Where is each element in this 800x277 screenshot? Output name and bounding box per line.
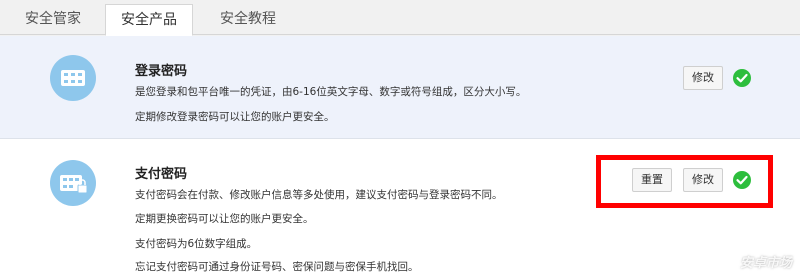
login-password-tip: 定期修改登录密码可以让您的账户更安全。 bbox=[135, 111, 335, 123]
login-password-modify-button[interactable]: 修改 bbox=[683, 66, 723, 90]
watermark-logo: 安卓市场 bbox=[739, 256, 792, 271]
login-password-description: 是您登录和包平台唯一的凭证，由6-16位英文字母、数字或符号组成，区分大小写。 bbox=[135, 86, 527, 98]
tab-security-manager[interactable]: 安全管家 bbox=[8, 4, 98, 35]
pay-password-format: 支付密码为6位数字组成。 bbox=[135, 238, 258, 250]
pay-password-recovery: 忘记支付密码可通过身份证号码、密保问题与密保手机找回。 bbox=[135, 261, 419, 273]
pay-password-title: 支付密码 bbox=[135, 167, 188, 182]
login-password-check-icon bbox=[733, 69, 751, 87]
password-keypad-icon bbox=[50, 55, 96, 101]
tab-security-products[interactable]: 安全产品 bbox=[105, 4, 193, 36]
pay-password-description: 支付密码会在付款、修改账户信息等多处使用，建议支付密码与登录密码不同。 bbox=[135, 189, 503, 201]
login-password-row: 登录密码 是您登录和包平台唯一的凭证，由6-16位英文字母、数字或符号组成，区分… bbox=[0, 36, 800, 139]
login-password-title: 登录密码 bbox=[135, 64, 188, 79]
password-keypad-lock-icon bbox=[50, 160, 96, 206]
tab-security-tutorials[interactable]: 安全教程 bbox=[200, 4, 296, 35]
pay-password-tip: 定期更换密码可以让您的账户更安全。 bbox=[135, 213, 314, 225]
highlight-box bbox=[596, 155, 773, 208]
tab-bar: 安全管家 安全产品 安全教程 bbox=[0, 0, 800, 36]
